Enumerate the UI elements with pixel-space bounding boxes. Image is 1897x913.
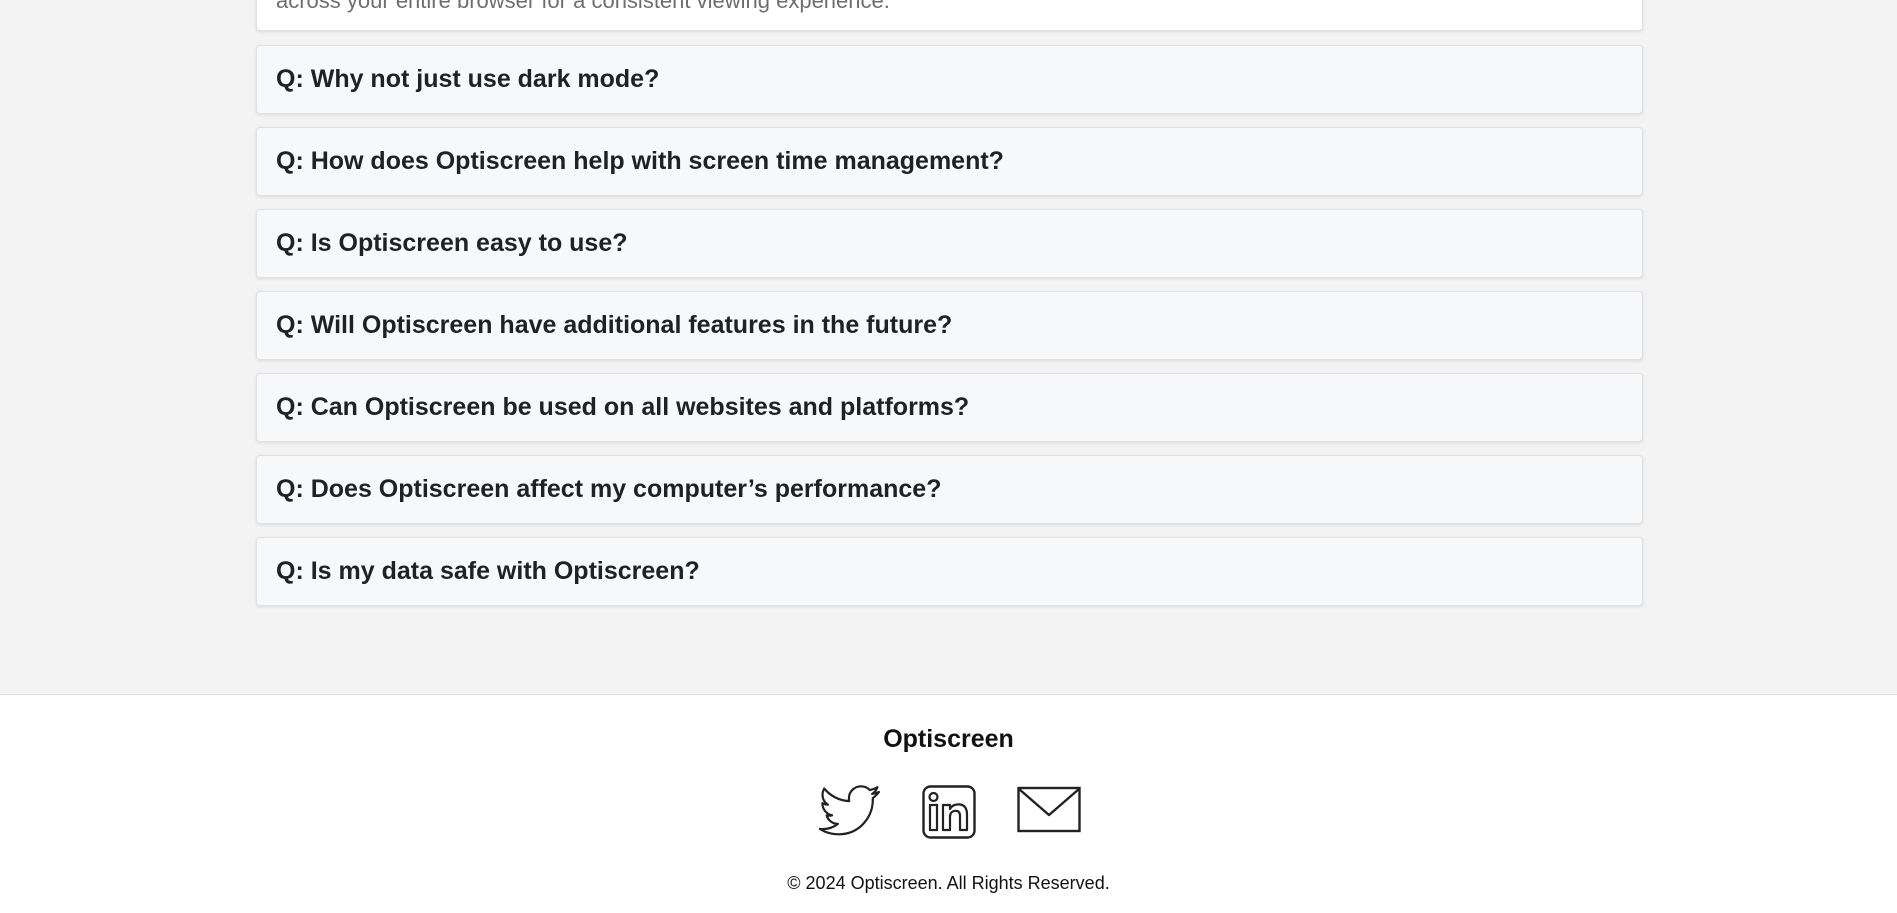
faq-question: Q: How does Optiscreen help with screen … [276,147,1004,175]
mail-icon[interactable] [1017,785,1081,833]
faq-question: Q: Is my data safe with Optiscreen? [276,557,700,585]
faq-item-easy-to-use[interactable]: Q: Is Optiscreen easy to use? [256,209,1643,278]
faq-item-dark-mode[interactable]: Q: Why not just use dark mode? [256,45,1643,114]
faq-question: Q: Can Optiscreen be used on all website… [276,393,970,421]
site-footer: Optiscreen © 2024 Optiscreen. All Rights… [0,694,1897,913]
faq-item-open[interactable]: across your entire browser for a consist… [256,0,1643,31]
copyright-text: © 2024 Optiscreen. All Rights Reserved. [787,873,1110,893]
faq-item-performance[interactable]: Q: Does Optiscreen affect my computer’s … [256,455,1643,524]
footer-brand: Optiscreen [883,725,1014,753]
linkedin-icon[interactable] [922,785,976,839]
faq-question: Q: Will Optiscreen have additional featu… [276,311,953,339]
faq-answer-text: across your entire browser for a consist… [276,0,890,13]
faq-item-future-features[interactable]: Q: Will Optiscreen have additional featu… [256,291,1643,360]
twitter-icon[interactable] [817,785,881,841]
faq-item-screen-time[interactable]: Q: How does Optiscreen help with screen … [256,127,1643,196]
faq-question: Q: Why not just use dark mode? [276,65,660,93]
faq-question: Q: Is Optiscreen easy to use? [276,229,628,257]
faq-question: Q: Does Optiscreen affect my computer’s … [276,475,942,503]
faq-item-data-safe[interactable]: Q: Is my data safe with Optiscreen? [256,537,1643,606]
faq-item-all-websites[interactable]: Q: Can Optiscreen be used on all website… [256,373,1643,442]
